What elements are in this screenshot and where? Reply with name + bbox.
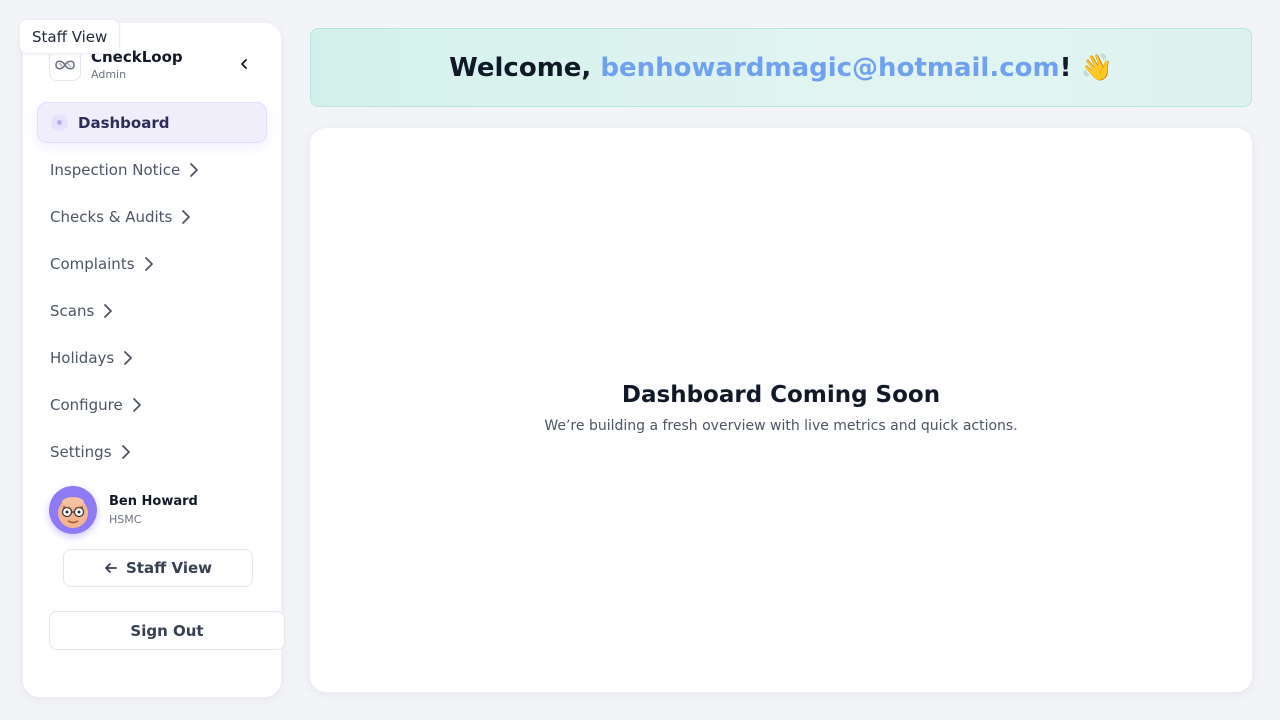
welcome-banner: Welcome, benhowardmagic@hotmail.com ! 👋 [310, 28, 1252, 107]
brand-role: Admin [91, 68, 127, 81]
chevron-right-icon [182, 210, 191, 224]
sidebar-item-label: Settings [50, 443, 112, 461]
chevron-right-icon [190, 163, 199, 177]
sidebar-item-scans[interactable]: Scans [50, 299, 113, 323]
sidebar-item-holidays[interactable]: Holidays [50, 346, 133, 370]
chevron-right-icon [121, 445, 130, 459]
arrow-left-icon [105, 563, 117, 573]
sign-out-button-label: Sign Out [130, 621, 204, 640]
chevron-left-icon [241, 59, 247, 69]
avatar[interactable] [49, 486, 97, 534]
sidebar-item-checks-audits[interactable]: Checks & Audits [50, 205, 191, 229]
staff-view-tooltip: Staff View [19, 19, 121, 54]
chevron-right-icon [132, 398, 141, 412]
sidebar-item-label: Dashboard [78, 113, 170, 132]
dot-icon [51, 114, 68, 131]
page-title: Dashboard Coming Soon [621, 382, 941, 408]
welcome-prefix: Welcome, [449, 52, 601, 83]
chevron-right-icon [144, 257, 153, 271]
staff-view-button[interactable]: Staff View [63, 549, 253, 587]
sidebar-item-settings[interactable]: Settings [50, 440, 131, 464]
chevron-right-icon [104, 304, 113, 318]
sidebar-item-complaints[interactable]: Complaints [50, 252, 154, 276]
sidebar: CheckLoop Admin Dashboard Inspection Not… [23, 23, 285, 697]
profile-org: HSMC [109, 513, 142, 526]
page-subtitle: We’re building a fresh overview with liv… [544, 418, 1018, 434]
sign-out-button[interactable]: Sign Out [49, 611, 285, 650]
sidebar-item-dashboard[interactable]: Dashboard [37, 102, 267, 143]
staff-view-button-label: Staff View [126, 559, 212, 577]
sidebar-item-label: Checks & Audits [50, 208, 173, 226]
sidebar-item-label: Complaints [50, 255, 135, 273]
collapse-sidebar-button[interactable] [235, 55, 253, 73]
user-email-link[interactable]: benhowardmagic@hotmail.com [600, 53, 1059, 83]
sidebar-item-label: Scans [50, 302, 95, 320]
profile-name: Ben Howard [109, 494, 198, 509]
sidebar-item-inspection-notice[interactable]: Inspection Notice [50, 158, 199, 182]
chevron-right-icon [124, 351, 133, 365]
sidebar-item-label: Inspection Notice [50, 161, 181, 179]
sidebar-item-configure[interactable]: Configure [50, 393, 142, 417]
welcome-suffix: ! 👋 [1059, 52, 1113, 83]
sidebar-item-label: Configure [50, 396, 123, 414]
staff-view-tooltip-label: Staff View [32, 27, 108, 46]
dashboard-card: Dashboard Coming Soon We’re building a f… [310, 128, 1252, 692]
sidebar-item-label: Holidays [50, 349, 115, 367]
